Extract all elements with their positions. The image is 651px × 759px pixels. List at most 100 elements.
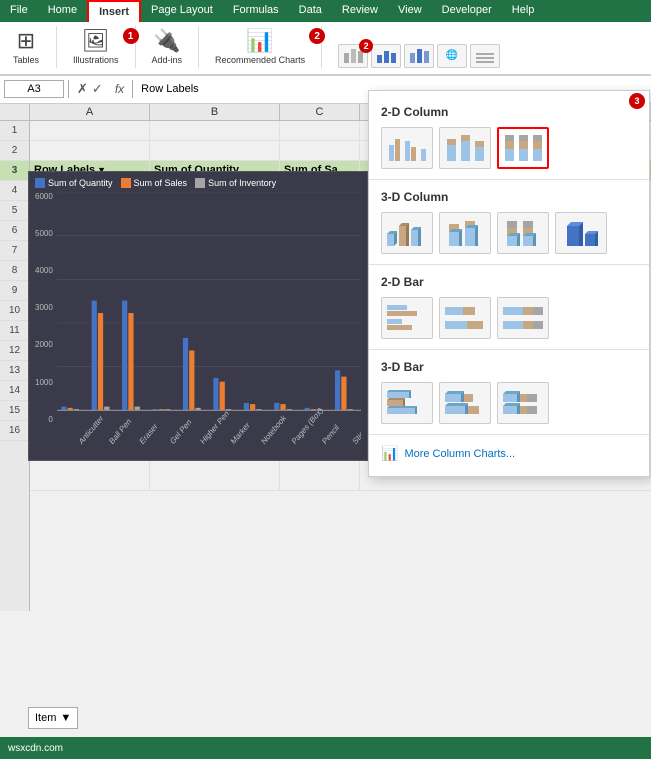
fx-label: fx bbox=[111, 82, 128, 96]
legend-quantity-label: Sum of Quantity bbox=[48, 178, 113, 188]
chart-icon: 📊 bbox=[246, 28, 273, 54]
tab-review[interactable]: Review bbox=[332, 0, 388, 22]
misc-btn[interactable] bbox=[470, 44, 500, 68]
100stacked-column-btn[interactable] bbox=[497, 127, 549, 169]
2d-column-title: 2-D Column bbox=[369, 99, 649, 123]
3d-100stacked-bar-btn[interactable] bbox=[497, 382, 549, 424]
row-num-4: 4 bbox=[0, 181, 29, 201]
badge-1: 1 bbox=[123, 28, 139, 44]
100stacked-bar-btn[interactable] bbox=[497, 297, 549, 339]
row-num-8: 8 bbox=[0, 261, 29, 281]
row-num-6: 6 bbox=[0, 221, 29, 241]
col-header-a[interactable]: A bbox=[30, 104, 150, 120]
3d-column-title: 3-D Column bbox=[369, 184, 649, 208]
tables-button[interactable]: ⊞ Tables bbox=[8, 26, 44, 68]
chart-svg: Anticutter Ball Pen Eraser Gel Pen Highe… bbox=[57, 192, 361, 454]
ribbon-content: ⊞ Tables 🖼 Illustrations 1 🔌 Add-ins � bbox=[0, 22, 651, 75]
clustered-column-btn[interactable] bbox=[381, 127, 433, 169]
cell-reference[interactable] bbox=[4, 80, 64, 98]
tab-home[interactable]: Home bbox=[38, 0, 87, 22]
illustrations-button[interactable]: 🖼 Illustrations bbox=[69, 26, 123, 68]
tab-developer[interactable]: Developer bbox=[432, 0, 502, 22]
globe-btn[interactable]: 🌐 bbox=[437, 44, 467, 68]
chart-type-row-1: 2 🌐 bbox=[338, 44, 500, 68]
stacked-bar-btn[interactable] bbox=[439, 297, 491, 339]
x-label-stickynotes: Sticky Notes bbox=[351, 405, 361, 446]
item-dropdown[interactable]: Item ▼ bbox=[28, 707, 78, 729]
ribbon-group-illustrations: 🖼 Illustrations 1 bbox=[69, 26, 136, 68]
x-label-pages: Pages (Box) bbox=[290, 405, 324, 446]
tab-file[interactable]: File bbox=[0, 0, 38, 22]
chart-legend: Sum of Quantity Sum of Sales Sum of Inve… bbox=[35, 178, 361, 188]
3d-clustered-btn[interactable] bbox=[381, 212, 433, 254]
cell-c1[interactable] bbox=[280, 121, 360, 140]
recommended-charts-button[interactable]: 📊 Recommended Charts bbox=[211, 26, 309, 68]
chart-canvas: 6000 5000 4000 3000 2000 1000 0 bbox=[35, 192, 361, 454]
tab-formulas[interactable]: Formulas bbox=[223, 0, 289, 22]
3d-bar-icons bbox=[369, 378, 649, 430]
legend-sales-color bbox=[121, 178, 131, 188]
3d-stacked-bar-btn[interactable] bbox=[439, 382, 491, 424]
2d-bar-icons bbox=[369, 293, 649, 345]
cancel-icon[interactable]: ✗ bbox=[77, 81, 88, 97]
chart-area[interactable]: Sum of Quantity Sum of Sales Sum of Inve… bbox=[28, 171, 368, 461]
recommended-charts-label: Recommended Charts bbox=[215, 55, 305, 66]
cell-a2[interactable] bbox=[30, 141, 150, 160]
tab-insert[interactable]: Insert bbox=[87, 0, 141, 22]
clustered-bar-btn[interactable] bbox=[381, 297, 433, 339]
row-num-14: 14 bbox=[0, 381, 29, 401]
divider-2 bbox=[369, 264, 649, 265]
addins-button[interactable]: 🔌 Add-ins bbox=[148, 26, 187, 68]
x-label-notebook: Notebook bbox=[260, 412, 289, 446]
column-chart-btn[interactable]: 2 bbox=[338, 44, 368, 68]
2d-bar-title: 2-D Bar bbox=[369, 269, 649, 293]
cell-c2[interactable] bbox=[280, 141, 360, 160]
column-chart-btn-2[interactable] bbox=[371, 44, 401, 68]
row-num-12: 12 bbox=[0, 341, 29, 361]
addins-label: Add-ins bbox=[152, 55, 183, 66]
tab-help[interactable]: Help bbox=[502, 0, 545, 22]
row-num-16: 16 bbox=[0, 421, 29, 441]
3d-column-single-btn[interactable] bbox=[555, 212, 607, 254]
ribbon-tabs: File Home Insert Page Layout Formulas Da… bbox=[0, 0, 651, 22]
legend-quantity-color bbox=[35, 178, 45, 188]
3d-stacked-btn[interactable] bbox=[439, 212, 491, 254]
3d-column-icons bbox=[369, 208, 649, 260]
stacked-column-btn[interactable] bbox=[439, 127, 491, 169]
row-numbers: 1 2 3 4 5 6 7 8 9 10 11 12 13 14 15 16 bbox=[0, 121, 30, 611]
ribbon-group-addins: 🔌 Add-ins bbox=[148, 26, 200, 68]
cell-b2[interactable] bbox=[150, 141, 280, 160]
confirm-icon[interactable]: ✓ bbox=[92, 81, 103, 97]
cell-a1[interactable] bbox=[30, 121, 150, 140]
formula-icons: ✗ ✓ bbox=[73, 81, 107, 97]
chart-type-icons: 2 🌐 bbox=[338, 44, 500, 68]
illustrations-label: Illustrations bbox=[73, 55, 119, 66]
2d-column-icons: 3 bbox=[369, 123, 649, 175]
tab-pagelayout[interactable]: Page Layout bbox=[141, 0, 223, 22]
more-column-charts-link[interactable]: 📊 More Column Charts... bbox=[369, 439, 649, 468]
badge-2-icon: 2 bbox=[359, 39, 373, 53]
col-header-c[interactable]: C bbox=[280, 104, 360, 120]
column-chart-btn-3[interactable] bbox=[404, 44, 434, 68]
tab-data[interactable]: Data bbox=[289, 0, 332, 22]
row-num-7: 7 bbox=[0, 241, 29, 261]
row-num-10: 10 bbox=[0, 301, 29, 321]
tab-view[interactable]: View bbox=[388, 0, 432, 22]
x-label-ballpen: Ball Pen bbox=[108, 416, 133, 446]
x-label-anticutter: Anticutter bbox=[77, 413, 105, 446]
divider-1 bbox=[369, 179, 649, 180]
item-label: Item bbox=[35, 712, 56, 724]
tables-icon: ⊞ bbox=[17, 28, 35, 54]
3d-100stacked-btn[interactable] bbox=[497, 212, 549, 254]
bar-chart-icon: 📊 bbox=[381, 445, 398, 462]
cell-b1[interactable] bbox=[150, 121, 280, 140]
badge-3: 3 bbox=[629, 93, 645, 109]
row-num-1: 1 bbox=[0, 121, 29, 141]
row-num-15: 15 bbox=[0, 401, 29, 421]
legend-inventory-color bbox=[195, 178, 205, 188]
3d-clustered-bar-btn[interactable] bbox=[381, 382, 433, 424]
badge-2: 2 bbox=[309, 28, 325, 44]
formula-divider bbox=[68, 80, 69, 98]
col-header-b[interactable]: B bbox=[150, 104, 280, 120]
row-num-2: 2 bbox=[0, 141, 29, 161]
